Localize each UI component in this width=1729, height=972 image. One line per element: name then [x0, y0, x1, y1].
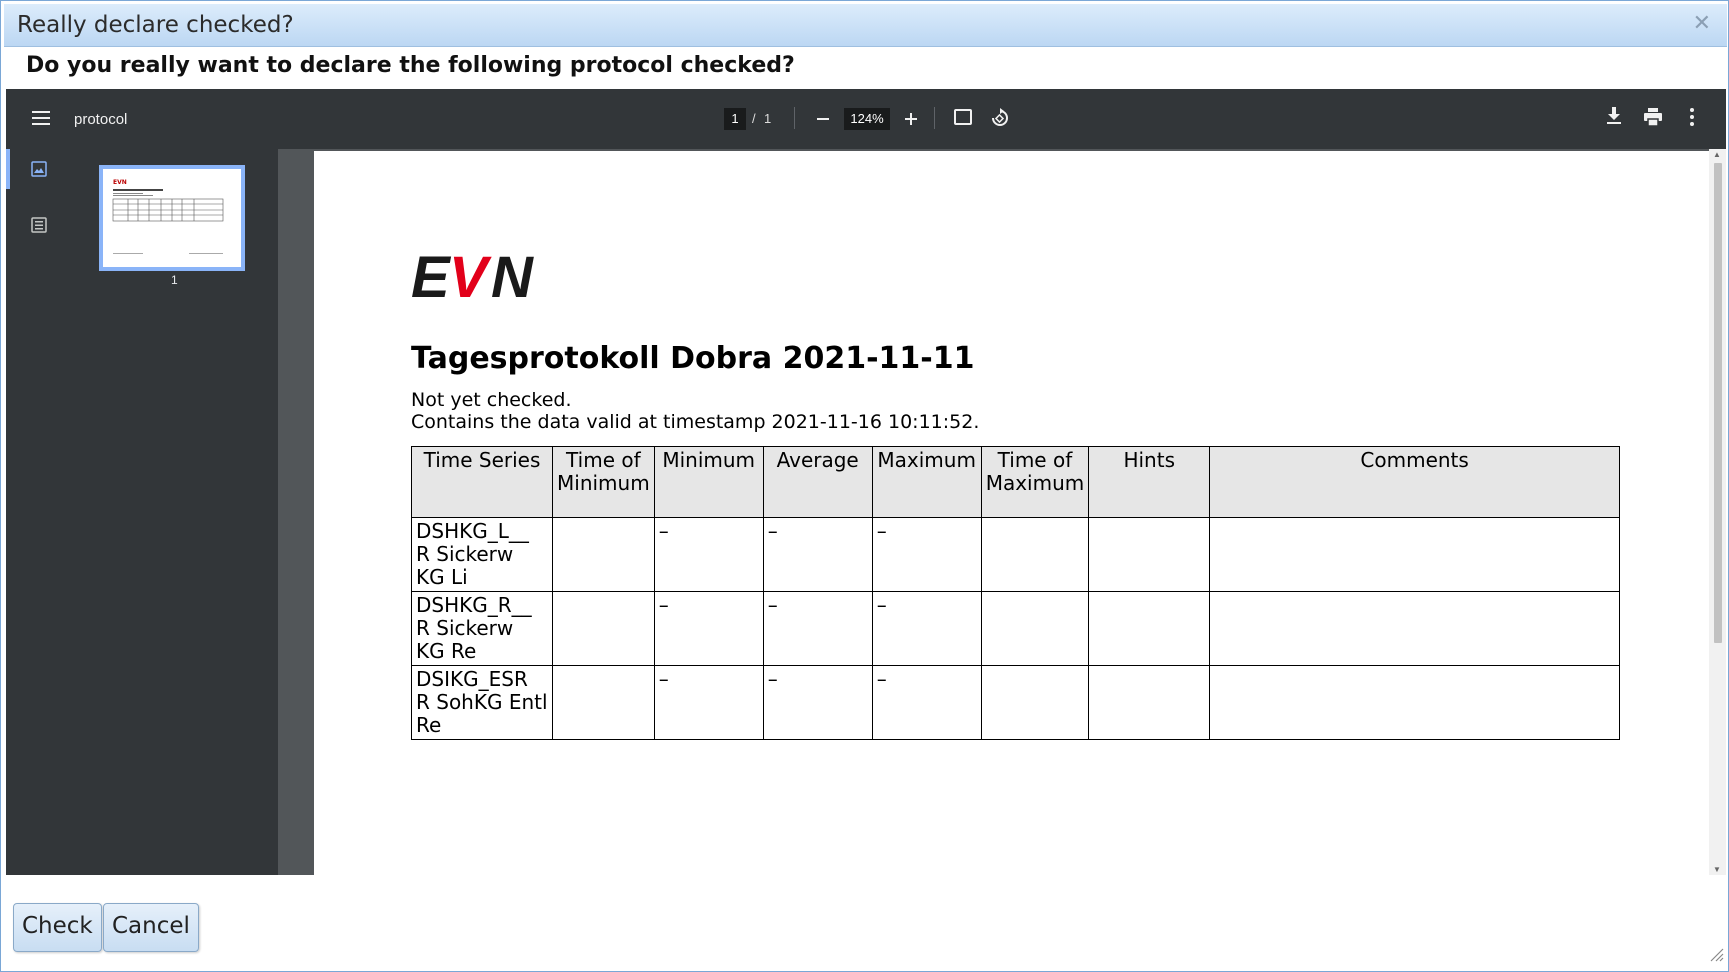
evn-logo: E V N: [411, 245, 541, 310]
page-separator: /: [752, 111, 756, 126]
resize-grip-icon[interactable]: [1706, 944, 1724, 967]
menu-icon[interactable]: [32, 111, 50, 125]
document-title: protocol: [74, 111, 128, 128]
time-series-cell: DSIKG_ESR R SohKG Entl Re: [411, 665, 553, 740]
confirm-dialog: Really declare checked? ✕ Do you really …: [0, 0, 1729, 972]
maximum-cell: –: [871, 591, 982, 666]
vertical-scrollbar[interactable]: ▲ ▼: [1709, 149, 1726, 875]
scroll-down-arrow-icon[interactable]: ▼: [1713, 865, 1721, 874]
hints-cell: [1088, 665, 1211, 740]
minimum-cell: –: [653, 517, 764, 592]
column-header: Minimum: [653, 446, 764, 518]
time-max-cell: [980, 517, 1090, 592]
protocol-heading: Tagesprotokoll Dobra 2021-11-11: [411, 341, 975, 376]
thumbnails-icon[interactable]: [31, 161, 47, 182]
time-series-cell: DSHKG_L__ R Sickerw KG Li: [411, 517, 553, 592]
scrollbar-thumb[interactable]: [1714, 163, 1722, 643]
average-cell: –: [762, 665, 873, 740]
sidebar-active-indicator: [6, 149, 10, 189]
maximum-cell: –: [871, 665, 982, 740]
close-icon[interactable]: ✕: [1693, 10, 1711, 36]
table-header-row: Time Series Time of Minimum Minimum Aver…: [411, 446, 1620, 518]
column-header: Average: [762, 446, 873, 518]
average-cell: –: [762, 517, 873, 592]
column-header: Maximum: [871, 446, 982, 518]
download-icon[interactable]: [1606, 107, 1622, 130]
time-series-cell: DSHKG_R__ R Sickerw KG Re: [411, 591, 553, 666]
zoom-out-icon[interactable]: [814, 108, 832, 128]
svg-text:EVN: EVN: [113, 179, 127, 186]
table-row: DSHKG_R__ R Sickerw KG Re – – –: [411, 591, 1620, 666]
comments-cell: [1209, 517, 1620, 592]
protocol-table: Time Series Time of Minimum Minimum Aver…: [411, 446, 1620, 740]
thumbnail-preview: EVN: [112, 179, 224, 254]
dialog-title: Really declare checked?: [17, 12, 294, 38]
scroll-up-arrow-icon[interactable]: ▲: [1713, 150, 1721, 159]
comments-cell: [1209, 665, 1620, 740]
dialog-titlebar: Really declare checked? ✕: [4, 4, 1727, 47]
page-thumbnail[interactable]: EVN: [99, 165, 245, 271]
page-total: 1: [764, 111, 772, 126]
page-number-input[interactable]: 1: [724, 108, 746, 130]
hints-cell: [1088, 591, 1211, 666]
check-button[interactable]: Check: [13, 903, 102, 952]
dialog-question: Do you really want to declare the follow…: [26, 53, 795, 78]
pdf-viewer: protocol 1 / 1 124% EVN 1 E V N Tagespro…: [6, 89, 1726, 875]
cancel-button[interactable]: Cancel: [103, 903, 199, 952]
minimum-cell: –: [653, 591, 764, 666]
table-row: DSHKG_L__ R Sickerw KG Li – – –: [411, 517, 1620, 592]
fit-page-icon[interactable]: [954, 109, 972, 125]
column-header: Comments: [1209, 446, 1620, 518]
zoom-in-icon[interactable]: [902, 108, 920, 128]
check-status: Not yet checked.: [411, 389, 572, 411]
maximum-cell: –: [871, 517, 982, 592]
minimum-cell: –: [653, 665, 764, 740]
time-min-cell: [552, 517, 655, 592]
column-header: Time of Maximum: [980, 446, 1090, 518]
zoom-input[interactable]: 124%: [844, 108, 890, 130]
time-max-cell: [980, 591, 1090, 666]
svg-text:N: N: [491, 249, 534, 301]
pdf-page: E V N Tagesprotokoll Dobra 2021-11-11 No…: [314, 151, 1709, 875]
time-max-cell: [980, 665, 1090, 740]
svg-text:E: E: [411, 249, 452, 301]
valid-timestamp: Contains the data valid at timestamp 202…: [411, 411, 980, 433]
column-header: Time of Minimum: [552, 446, 655, 518]
print-icon[interactable]: [1644, 108, 1662, 131]
pdf-toolbar: protocol 1 / 1 124%: [6, 89, 1726, 149]
hints-cell: [1088, 517, 1211, 592]
thumbnail-page-number: 1: [171, 273, 178, 287]
comments-cell: [1209, 591, 1620, 666]
table-row: DSIKG_ESR R SohKG Entl Re – – –: [411, 665, 1620, 740]
rotate-icon[interactable]: [990, 108, 1010, 133]
time-min-cell: [552, 665, 655, 740]
svg-text:V: V: [449, 249, 492, 301]
time-min-cell: [552, 591, 655, 666]
average-cell: –: [762, 591, 873, 666]
toolbar-divider: [794, 107, 795, 129]
toolbar-divider: [934, 107, 935, 129]
column-header: Time Series: [411, 446, 553, 518]
more-options-icon[interactable]: [1689, 108, 1695, 129]
thumbnail-sidebar: EVN 1: [6, 149, 278, 875]
outline-icon[interactable]: [31, 217, 47, 238]
column-header: Hints: [1088, 446, 1211, 518]
